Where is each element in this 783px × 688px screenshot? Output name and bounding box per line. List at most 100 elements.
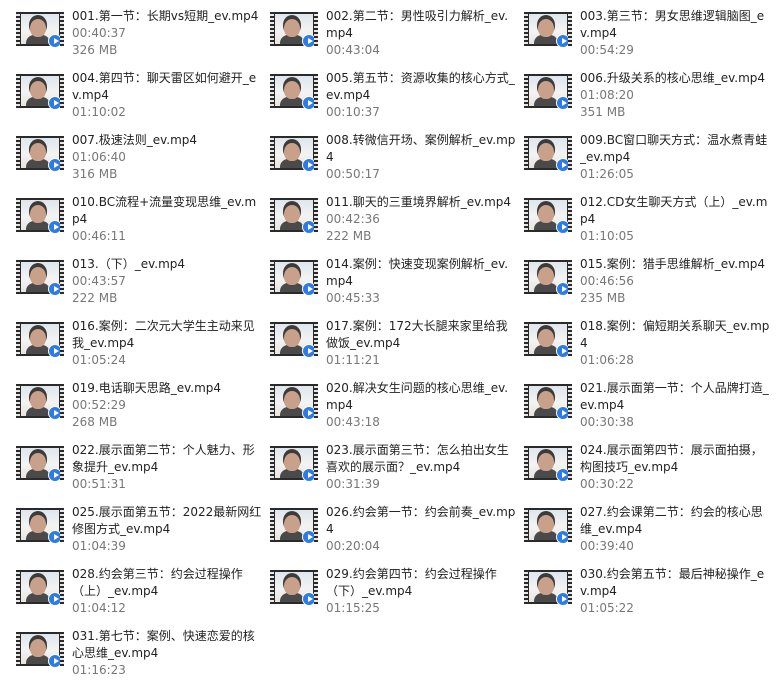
file-item[interactable]: 010.BC流程+流量变现思维_ev.mp4 00:46:11 [16, 192, 270, 254]
play-badge-icon [556, 220, 570, 234]
file-item[interactable]: 019.电话聊天思路_ev.mp4 00:52:29 268 MB [16, 378, 270, 440]
video-thumbnail-icon [524, 198, 572, 234]
file-item[interactable]: 004.第四节：聊天雷区如何避开_ev.mp4 01:10:02 [16, 68, 270, 130]
file-meta: 014.案例：快速变现案例解析_ev.mp4 00:45:33 [326, 254, 516, 307]
play-badge-icon [556, 468, 570, 482]
file-name: 001.第一节：长期vs短期_ev.mp4 [72, 9, 259, 23]
file-duration: 00:31:39 [326, 477, 380, 491]
file-name: 022.展示面第二节：个人魅力、形象提升_ev.mp4 [72, 443, 255, 474]
video-thumbnail-icon [524, 12, 572, 48]
file-item[interactable]: 007.极速法则_ev.mp4 01:06:40 316 MB [16, 130, 270, 192]
video-thumbnail-icon [524, 570, 572, 606]
file-duration: 01:11:21 [326, 353, 380, 367]
play-badge-icon [302, 158, 316, 172]
file-item[interactable]: 017.案例：172大长腿来家里给我做饭_ev.mp4 01:11:21 [270, 316, 524, 378]
file-item[interactable]: 028.约会第三节：约会过程操作（上）_ev.mp4 01:04:12 [16, 564, 270, 626]
file-duration: 01:10:05 [580, 229, 634, 243]
file-meta: 006.升级关系的核心思维_ev.mp4 01:08:20 351 MB [580, 68, 770, 121]
file-item[interactable]: 023.展示面第三节：怎么拍出女生喜欢的展示面？_ev.mp4 00:31:39 [270, 440, 524, 502]
file-meta: 031.第七节：案例、快速恋爱的核心思维_ev.mp4 01:16:23 [72, 626, 262, 679]
file-item[interactable]: 015.案例：猎手思维解析_ev.mp4 00:46:56 235 MB [524, 254, 778, 316]
play-badge-icon [556, 592, 570, 606]
file-duration: 00:50:17 [326, 167, 380, 181]
file-duration: 00:46:56 [580, 274, 634, 288]
play-badge-icon [302, 468, 316, 482]
file-item[interactable]: 016.案例：二次元大学生主动来见我_ev.mp4 01:05:24 [16, 316, 270, 378]
file-duration: 00:43:18 [326, 415, 380, 429]
file-duration: 00:30:38 [580, 415, 634, 429]
file-meta: 015.案例：猎手思维解析_ev.mp4 00:46:56 235 MB [580, 254, 770, 307]
file-item[interactable]: 014.案例：快速变现案例解析_ev.mp4 00:45:33 [270, 254, 524, 316]
play-badge-icon [302, 344, 316, 358]
file-item[interactable]: 026.约会第一节：约会前奏_ev.mp4 00:20:04 [270, 502, 524, 564]
file-size: 222 MB [72, 291, 118, 305]
file-size: 326 MB [72, 43, 118, 57]
file-name: 011.聊天的三重境界解析_ev.mp4 [326, 195, 512, 209]
file-item[interactable]: 005.第五节：资源收集的核心方式_ev.mp4 00:10:37 [270, 68, 524, 130]
file-duration: 01:08:20 [580, 88, 634, 102]
video-thumbnail-icon [16, 508, 64, 544]
play-badge-icon [48, 34, 62, 48]
file-item[interactable]: 025.展示面第五节：2022最新网红修图方式_ev.mp4 01:04:39 [16, 502, 270, 564]
play-badge-icon [48, 592, 62, 606]
file-meta: 003.第三节：男女思维逻辑脑图_ev.mp4 00:54:29 [580, 6, 770, 59]
file-item[interactable]: 001.第一节：长期vs短期_ev.mp4 00:40:37 326 MB [16, 6, 270, 68]
play-badge-icon [48, 96, 62, 110]
play-badge-icon [48, 654, 62, 668]
file-item[interactable]: 027.约会课第二节：约会的核心思维_ev.mp4 00:39:40 [524, 502, 778, 564]
file-meta: 018.案例：偏短期关系聊天_ev.mp4 01:06:28 [580, 316, 770, 369]
play-badge-icon [302, 220, 316, 234]
file-item[interactable]: 024.展示面第四节：展示面拍摄，构图技巧_ev.mp4 00:30:22 [524, 440, 778, 502]
file-size: 235 MB [580, 291, 626, 305]
file-meta: 024.展示面第四节：展示面拍摄，构图技巧_ev.mp4 00:30:22 [580, 440, 770, 493]
file-name: 027.约会课第二节：约会的核心思维_ev.mp4 [580, 505, 763, 536]
file-item[interactable]: 012.CD女生聊天方式（上）_ev.mp4 01:10:05 [524, 192, 778, 254]
file-duration: 00:20:04 [326, 539, 380, 553]
file-duration: 01:10:02 [72, 105, 126, 119]
file-name: 020.解决女生问题的核心思维_ev.mp4 [326, 381, 509, 412]
file-item[interactable]: 006.升级关系的核心思维_ev.mp4 01:08:20 351 MB [524, 68, 778, 130]
file-meta: 009.BC窗口聊天方式：温水煮青蛙_ev.mp4 01:26:05 [580, 130, 770, 183]
file-duration: 00:46:11 [72, 229, 126, 243]
file-meta: 005.第五节：资源收集的核心方式_ev.mp4 00:10:37 [326, 68, 516, 121]
file-meta: 002.第二节：男性吸引力解析_ev.mp4 00:43:04 [326, 6, 516, 59]
file-meta: 020.解决女生问题的核心思维_ev.mp4 00:43:18 [326, 378, 516, 431]
file-duration: 01:05:24 [72, 353, 126, 367]
file-meta: 010.BC流程+流量变现思维_ev.mp4 00:46:11 [72, 192, 262, 245]
play-badge-icon [556, 158, 570, 172]
file-name: 017.案例：172大长腿来家里给我做饭_ev.mp4 [326, 319, 508, 350]
video-thumbnail-icon [270, 508, 318, 544]
play-badge-icon [48, 406, 62, 420]
file-duration: 00:39:40 [580, 539, 634, 553]
file-item[interactable]: 009.BC窗口聊天方式：温水煮青蛙_ev.mp4 01:26:05 [524, 130, 778, 192]
file-size: 268 MB [72, 415, 118, 429]
video-thumbnail-icon [16, 74, 64, 110]
file-name: 013.（下）_ev.mp4 [72, 257, 186, 271]
file-item[interactable]: 011.聊天的三重境界解析_ev.mp4 00:42:36 222 MB [270, 192, 524, 254]
file-item[interactable]: 030.约会第五节：最后神秘操作_ev.mp4 01:05:22 [524, 564, 778, 626]
file-name: 002.第二节：男性吸引力解析_ev.mp4 [326, 9, 509, 40]
file-duration: 01:26:05 [580, 167, 634, 181]
file-item[interactable]: 020.解决女生问题的核心思维_ev.mp4 00:43:18 [270, 378, 524, 440]
file-meta: 030.约会第五节：最后神秘操作_ev.mp4 01:05:22 [580, 564, 770, 617]
file-item[interactable]: 002.第二节：男性吸引力解析_ev.mp4 00:43:04 [270, 6, 524, 68]
video-thumbnail-icon [270, 384, 318, 420]
file-item[interactable]: 031.第七节：案例、快速恋爱的核心思维_ev.mp4 01:16:23 [16, 626, 270, 688]
file-item[interactable]: 003.第三节：男女思维逻辑脑图_ev.mp4 00:54:29 [524, 6, 778, 68]
video-thumbnail-icon [16, 198, 64, 234]
video-thumbnail-icon [16, 12, 64, 48]
file-item[interactable]: 018.案例：偏短期关系聊天_ev.mp4 01:06:28 [524, 316, 778, 378]
file-item[interactable]: 021.展示面第一节：个人品牌打造_ev.mp4 00:30:38 [524, 378, 778, 440]
file-item[interactable]: 022.展示面第二节：个人魅力、形象提升_ev.mp4 00:51:31 [16, 440, 270, 502]
file-meta: 022.展示面第二节：个人魅力、形象提升_ev.mp4 00:51:31 [72, 440, 262, 493]
file-item[interactable]: 029.约会第四节：约会过程操作（下）_ev.mp4 01:15:25 [270, 564, 524, 626]
file-item[interactable]: 008.转微信开场、案例解析_ev.mp4 00:50:17 [270, 130, 524, 192]
video-thumbnail-icon [524, 74, 572, 110]
video-thumbnail-icon [270, 198, 318, 234]
file-duration: 01:04:39 [72, 539, 126, 553]
file-item[interactable]: 013.（下）_ev.mp4 00:43:57 222 MB [16, 254, 270, 316]
file-name: 004.第四节：聊天雷区如何避开_ev.mp4 [72, 71, 257, 102]
file-meta: 004.第四节：聊天雷区如何避开_ev.mp4 01:10:02 [72, 68, 262, 121]
file-size: 316 MB [72, 167, 118, 181]
file-meta: 016.案例：二次元大学生主动来见我_ev.mp4 01:05:24 [72, 316, 262, 369]
